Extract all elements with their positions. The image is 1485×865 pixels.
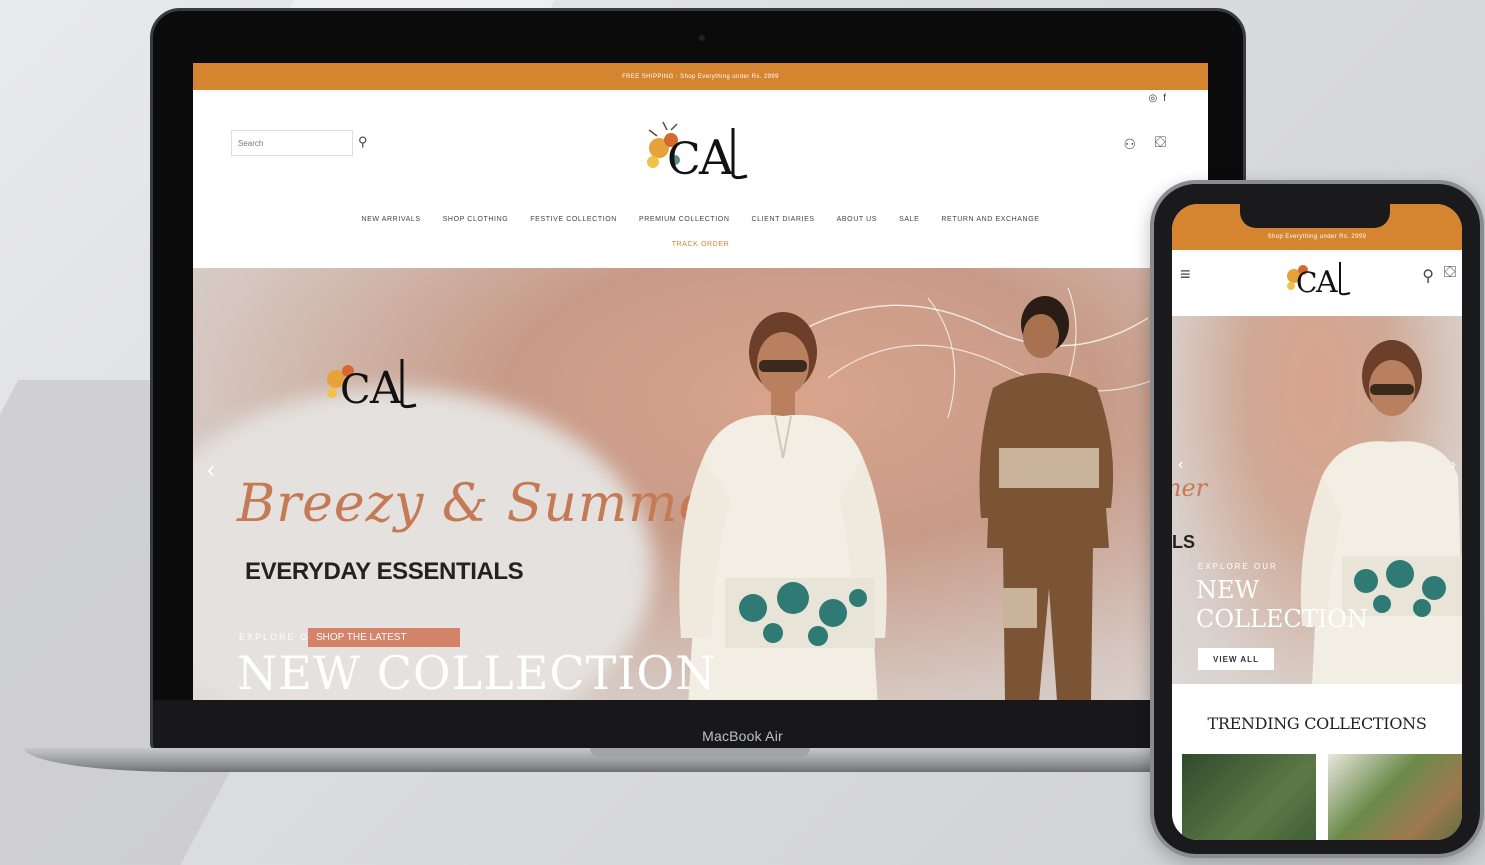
collection-line: NEW [1196,576,1260,604]
section-title: TRENDING COLLECTIONS [1207,714,1427,733]
nav-item[interactable]: CLIENT DIARIES [751,216,814,223]
svg-text:C: C [667,134,701,185]
nav-item[interactable]: FESTIVE COLLECTION [530,216,617,223]
svg-text:A: A [369,363,403,414]
svg-text:C: C [1296,266,1317,299]
svg-text:A: A [698,130,735,186]
nav-item[interactable]: RETURN AND EXCHANGE [941,216,1039,223]
collection-tile[interactable] [1328,754,1462,840]
account-icon[interactable]: ⚇ [1123,136,1136,153]
svg-text:A: A [1315,265,1338,300]
hero-headline: EVERYDAY ESSENTIALS [245,558,524,585]
logo[interactable]: C A [1280,256,1358,302]
model-image [679,312,887,701]
hero-script-text: ner [1172,474,1208,502]
main-nav: NEW ARRIVALS SHOP CLOTHING FESTIVE COLLE… [193,216,1208,223]
announcement-bar: FREE SHIPPING · Shop Everything under Rs… [193,63,1208,90]
mobile-header: ≡ C A ⚲ ⛋ [1172,250,1462,316]
nav-item[interactable]: ABOUT US [837,216,877,223]
collection-line: COLLECTION [1196,605,1368,633]
search-icon[interactable]: ⚲ [1422,266,1434,286]
hero-collection-title: NEW COLLECTION [237,646,717,700]
shop-latest-button[interactable]: SHOP THE LATEST [308,628,460,647]
nav-item-track-order[interactable]: TRACK ORDER [193,241,1208,248]
hero-logo: C A [327,359,417,414]
nav-item[interactable]: PREMIUM COLLECTION [639,216,730,223]
laptop-frame: FREE SHIPPING · Shop Everything under Rs… [150,8,1246,750]
chevron-left-icon[interactable]: ‹ [207,456,215,484]
chevron-left-icon[interactable]: ‹ [1178,456,1183,474]
cart-icon[interactable]: ⛋ [1444,264,1456,282]
chevron-right-icon[interactable]: › [1451,456,1456,474]
nav-item[interactable]: NEW ARRIVALS [361,216,420,223]
laptop-base-notch [590,748,810,757]
hero-explore-label: EXPLORE OUR [1198,562,1278,571]
cart-icon[interactable]: ⛋ [1155,134,1166,151]
view-all-button[interactable]: VIEW ALL [1198,648,1274,670]
camera [699,35,705,41]
header: Search ⚲ C A ⚇ ⛋ [193,90,1208,186]
phone-notch [1240,204,1390,228]
logo[interactable]: C A [637,120,761,186]
nav-item[interactable]: SHOP CLOTHING [443,216,509,223]
hero-collection-title: NEW COLLECTION [1196,576,1368,634]
svg-text:C: C [340,367,371,413]
hero-headline-fragment: LS [1172,532,1196,552]
phone-screen: Shop Everything under Rs. 2999 ≡ C A ⚲ ⛋ [1172,204,1462,840]
nav-item[interactable]: SALE [899,216,919,223]
laptop-screen: FREE SHIPPING · Shop Everything under Rs… [193,63,1208,701]
search-icon[interactable]: ⚲ [358,134,368,150]
mobile-hero-banner[interactable]: ‹ › ner LS EXPLORE OUR NEW COLLECTION VI… [1172,316,1462,684]
menu-icon[interactable]: ≡ [1180,264,1191,285]
phone-frame: Shop Everything under Rs. 2999 ≡ C A ⚲ ⛋ [1150,180,1484,858]
model-image [979,296,1114,701]
search-input[interactable]: Search [231,130,353,156]
hero-script-text: Breezy & Summer [237,474,737,534]
hero-banner[interactable]: C A ‹ Breezy & Summer EVERYDAY ESSENTIAL… [193,268,1208,701]
collection-tile[interactable] [1182,754,1316,840]
